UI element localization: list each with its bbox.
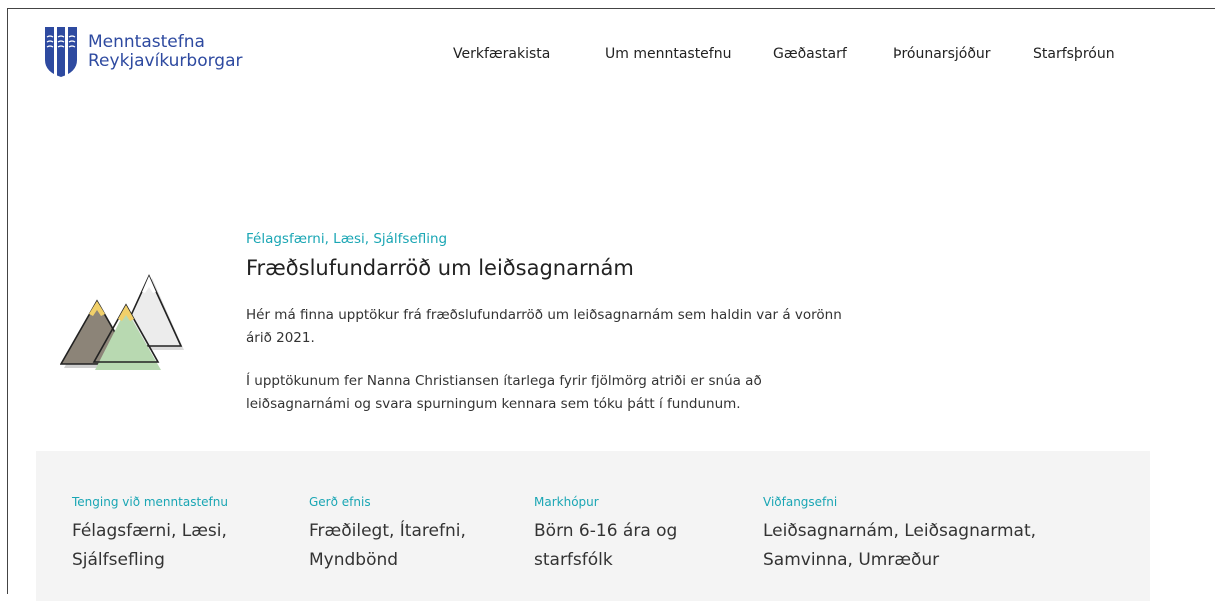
page-title: Fræðslufundarröð um leiðsagnarnám <box>246 256 634 280</box>
meta-value: Félagsfærni, Læsi, Sjálfsefling <box>72 517 228 575</box>
article-tags: Félagsfærni, Læsi, Sjálfsefling <box>246 231 448 247</box>
window-border-left <box>7 8 8 594</box>
meta-value-line: Börn 6-16 ára og <box>534 521 678 541</box>
article: Félagsfærni, Læsi, Sjálfsefling Fræðsluf… <box>246 230 946 416</box>
meta-connection: Tenging við menntastefnu Félagsfærni, Læ… <box>72 494 228 575</box>
article-paragraph-1: Hér má finna upptökur frá fræðslufundarr… <box>246 304 906 350</box>
meta-value-line: Fræðilegt, Ítarefni, <box>309 521 466 541</box>
meta-label: Viðfangsefni <box>763 495 838 509</box>
site-logo-link[interactable]: Menntastefna Reykjavíkurborgar <box>44 26 243 78</box>
nav-item-verkfaerakista[interactable]: Verkfærakista <box>453 46 550 62</box>
meta-value: Fræðilegt, Ítarefni, Myndbönd <box>309 517 466 575</box>
meta-value-line: Sjálfsefling <box>72 550 165 570</box>
meta-value: Leiðsagnarnám, Leiðsagnarmat, Samvinna, … <box>763 517 1036 575</box>
meta-value: Börn 6-16 ára og starfsfólk <box>534 517 677 575</box>
meta-value-line: Félagsfærni, Læsi, <box>72 521 227 541</box>
meta-content-type: Gerð efnis Fræðilegt, Ítarefni, Myndbönd <box>309 494 466 575</box>
meta-audience: Markhópur Börn 6-16 ára og starfsfólk <box>534 494 677 575</box>
paragraph-1-line-1: Hér má finna upptökur frá fræðslufundarr… <box>246 307 842 323</box>
metadata-panel: Tenging við menntastefnu Félagsfærni, Læ… <box>36 451 1150 601</box>
logo-line1: Menntastefna <box>88 32 205 52</box>
nav-item-gaedastarf[interactable]: Gæðastarf <box>773 46 847 62</box>
meta-label: Markhópur <box>534 495 599 509</box>
logo-line2: Reykjavíkurborgar <box>88 51 243 71</box>
paragraph-2-line-2: leiðsagnarnámi og svara spurningum kenna… <box>246 396 741 412</box>
nav-item-throunarsjodur[interactable]: Þróunarsjóður <box>893 46 991 62</box>
reykjavik-shield-icon <box>45 27 77 77</box>
logo-text: Menntastefna Reykjavíkurborgar <box>88 33 243 71</box>
nav-item-starfsthroun[interactable]: Starfsþróun <box>1033 46 1115 62</box>
window-border-top <box>7 8 1215 9</box>
paragraph-1-line-2: árið 2021. <box>246 330 315 346</box>
meta-value-line: Samvinna, Umræður <box>763 550 940 570</box>
nav-item-um-menntastefnu[interactable]: Um menntastefnu <box>605 46 731 62</box>
meta-label: Tenging við menntastefnu <box>72 495 228 509</box>
meta-value-line: Myndbönd <box>309 550 399 570</box>
meta-subjects: Viðfangsefni Leiðsagnarnám, Leiðsagnarma… <box>763 494 1036 575</box>
meta-label: Gerð efnis <box>309 495 371 509</box>
meta-value-line: Leiðsagnarnám, Leiðsagnarmat, <box>763 521 1037 541</box>
article-paragraph-2: Í upptökunum fer Nanna Christiansen ítar… <box>246 370 906 416</box>
mountains-illustration <box>60 274 184 370</box>
paragraph-2-line-1: Í upptökunum fer Nanna Christiansen ítar… <box>246 373 762 389</box>
meta-value-line: starfsfólk <box>534 550 613 570</box>
